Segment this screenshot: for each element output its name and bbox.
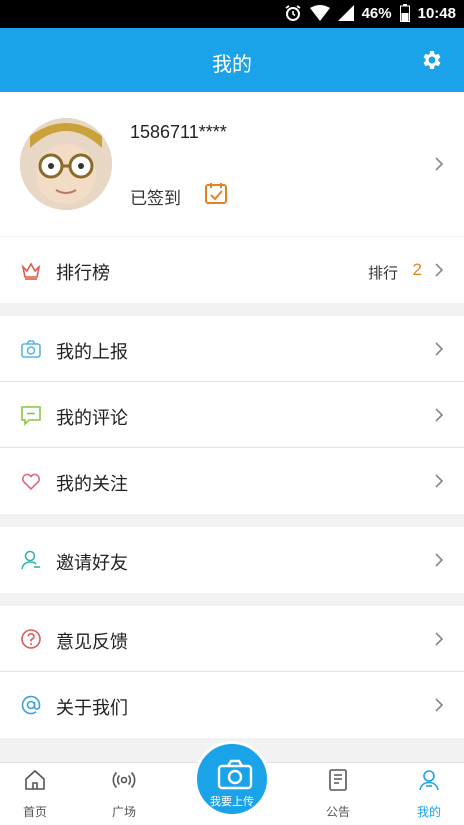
profile-card[interactable]: 1586711**** 已签到: [0, 92, 464, 236]
menu-item-my-comments[interactable]: 我的评论: [0, 382, 464, 448]
app-header: 我的: [0, 28, 464, 92]
broadcast-icon: [112, 771, 136, 789]
chevron-right-icon: [435, 408, 444, 422]
menu-item-feedback[interactable]: 意见反馈: [0, 606, 464, 672]
invite-section: 邀请好友: [0, 527, 464, 593]
chevron-right-icon: [435, 632, 444, 646]
upload-camera-button[interactable]: 我要上传: [194, 741, 270, 817]
menu-item-my-reports[interactable]: 我的上报: [0, 316, 464, 382]
tab-label: 首页: [22, 805, 47, 819]
signed-in-label: 已签到: [130, 189, 181, 209]
wifi-icon: [309, 5, 330, 21]
rank-label: 排行榜: [56, 263, 110, 284]
tab-home[interactable]: 首页: [0, 763, 70, 825]
signal-icon: [337, 5, 354, 21]
rank-text: 排行: [367, 264, 398, 282]
help-section: 意见反馈 关于我们: [0, 606, 464, 738]
camera-icon: [21, 340, 41, 358]
user-icon: [419, 770, 439, 791]
camera-icon: [217, 759, 253, 790]
tab-label: 公告: [325, 805, 350, 819]
rank-row[interactable]: 排行榜 排行 2: [0, 237, 464, 303]
menu-item-label: 关于我们: [56, 698, 128, 719]
tab-mine[interactable]: 我的: [394, 763, 464, 825]
question-icon: [21, 629, 41, 649]
person-add-icon: [21, 550, 40, 570]
menu-item-my-follows[interactable]: 我的关注: [0, 448, 464, 514]
notice-icon: [329, 769, 347, 791]
chevron-right-icon: [435, 263, 444, 277]
menu-item-label: 我的评论: [56, 408, 128, 429]
upload-label: 我要上传: [210, 795, 254, 808]
menu-item-label: 我的关注: [56, 474, 128, 495]
tab-label: 我的: [416, 805, 441, 819]
tab-notice[interactable]: 公告: [303, 763, 373, 825]
chevron-right-icon: [435, 553, 444, 567]
chevron-right-icon: [435, 157, 444, 171]
page-title: 我的: [212, 52, 252, 76]
heart-icon: [21, 473, 41, 491]
settings-gear-icon[interactable]: [420, 48, 444, 72]
menu-item-label: 意见反馈: [56, 632, 128, 653]
at-sign-icon: [21, 695, 41, 715]
chevron-right-icon: [435, 698, 444, 712]
alarm-icon: [285, 5, 301, 21]
menu-item-label: 我的上报: [56, 342, 128, 363]
comment-icon: [21, 406, 41, 426]
tab-label: 广场: [111, 805, 136, 819]
menu-item-invite-friends[interactable]: 邀请好友: [0, 527, 464, 593]
rank-section: 排行榜 排行 2: [0, 237, 464, 303]
menu-item-label: 邀请好友: [56, 553, 128, 574]
clock-time: 10:48: [417, 4, 456, 22]
my-content-section: 我的上报 我的评论 我的关注: [0, 316, 464, 514]
calendar-check-icon: [205, 183, 227, 204]
battery-percent: 46%: [361, 4, 392, 22]
crown-icon: [21, 262, 41, 280]
battery-icon: [399, 4, 410, 22]
chevron-right-icon: [435, 474, 444, 488]
status-bar: 46% 10:48: [0, 0, 464, 28]
home-icon: [25, 769, 45, 790]
tab-plaza[interactable]: 广场: [89, 763, 159, 825]
avatar[interactable]: [20, 118, 112, 210]
user-phone: 1586711****: [130, 122, 227, 142]
chevron-right-icon: [435, 342, 444, 356]
rank-value: 2: [412, 260, 422, 279]
menu-item-about-us[interactable]: 关于我们: [0, 672, 464, 738]
